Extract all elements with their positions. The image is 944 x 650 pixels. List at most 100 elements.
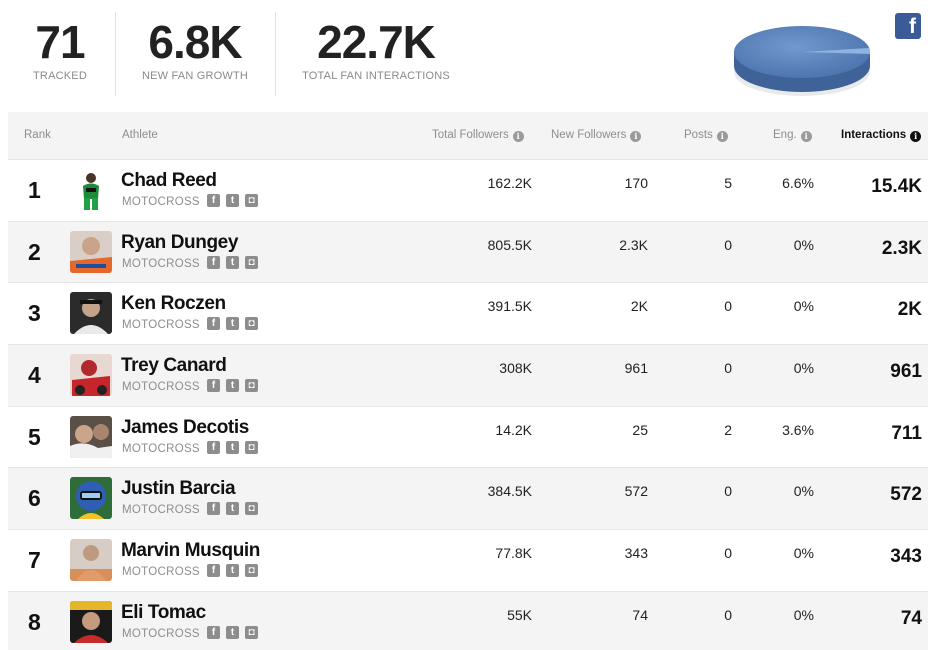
athlete-name[interactable]: Eli Tomac xyxy=(121,602,206,624)
athlete-name[interactable]: Trey Canard xyxy=(121,355,227,377)
table-row[interactable]: 6 Justin Barcia MOTOCROSS f t ◘ 384.5K 5… xyxy=(8,468,928,531)
total-followers: 77.8K xyxy=(495,545,532,562)
engagement: 0% xyxy=(793,360,814,377)
stat-label: TRACKED xyxy=(33,70,87,82)
info-icon[interactable]: i xyxy=(910,131,922,142)
avatar[interactable] xyxy=(70,354,112,397)
header-label: Eng. xyxy=(773,129,797,141)
twitter-icon[interactable]: t xyxy=(226,255,239,269)
avatar[interactable] xyxy=(70,169,112,211)
athlete-name[interactable]: Chad Reed xyxy=(121,170,217,192)
total-followers: 162.2K xyxy=(487,175,532,191)
new-followers: 572 xyxy=(624,483,648,500)
interactions-pie-chart xyxy=(734,26,871,96)
header-label: Interactions xyxy=(841,129,907,141)
rank-number: 7 xyxy=(28,547,41,574)
stats-bar: 71 TRACKED 6.8K NEW FAN GROWTH 22.7K TOT… xyxy=(0,0,944,110)
facebook-icon[interactable]: f xyxy=(207,317,220,331)
new-followers: 343 xyxy=(624,545,648,562)
avatar[interactable] xyxy=(70,477,112,520)
sport-label: MOTOCROSS xyxy=(122,196,200,208)
avatar[interactable] xyxy=(70,292,112,335)
posts: 0 xyxy=(724,236,732,253)
stat-new-fan-growth: 6.8K NEW FAN GROWTH xyxy=(135,14,255,82)
table-row[interactable]: 5 James Decotis MOTOCROSS f t ◘ 14.2K 25… xyxy=(8,406,928,469)
interactions: 2.3K xyxy=(881,237,922,259)
athlete-name[interactable]: Marvin Musquin xyxy=(121,540,260,562)
athlete-table: Rank Athlete Total Followers i New Follow… xyxy=(8,112,928,650)
header-label: Posts xyxy=(684,129,713,141)
instagram-icon[interactable]: ◘ xyxy=(245,625,258,639)
avatar[interactable] xyxy=(70,230,112,273)
info-icon[interactable]: i xyxy=(800,131,812,142)
info-icon[interactable]: i xyxy=(630,131,642,142)
sport-label: MOTOCROSS xyxy=(122,627,200,640)
stat-label: TOTAL FAN INTERACTIONS xyxy=(302,70,450,82)
twitter-icon[interactable]: t xyxy=(226,502,239,516)
new-followers: 961 xyxy=(624,360,648,377)
facebook-icon[interactable]: f xyxy=(207,194,220,207)
new-followers: 2K xyxy=(630,298,648,315)
athlete-name[interactable]: James Decotis xyxy=(121,417,249,439)
table-row[interactable]: 3 Ken Roczen MOTOCROSS f t ◘ 391.5K 2K 0… xyxy=(8,283,928,346)
table-row[interactable]: 8 Eli Tomac MOTOCROSS f t ◘ 55K 74 0 0% … xyxy=(8,591,928,650)
info-icon[interactable]: i xyxy=(512,131,524,142)
facebook-icon[interactable]: f xyxy=(207,255,220,269)
instagram-icon[interactable]: ◘ xyxy=(245,502,258,516)
facebook-icon[interactable]: f xyxy=(207,564,220,578)
instagram-icon[interactable]: ◘ xyxy=(245,255,258,269)
header-rank[interactable]: Rank xyxy=(24,129,51,141)
avatar[interactable] xyxy=(70,600,112,643)
avatar[interactable] xyxy=(70,415,112,458)
sport-label: MOTOCROSS xyxy=(122,442,200,455)
table-header: Rank Athlete Total Followers i New Follow… xyxy=(8,112,928,160)
posts: 0 xyxy=(724,360,732,377)
facebook-icon[interactable]: f xyxy=(207,379,220,393)
posts: 5 xyxy=(724,175,732,191)
sport-label: MOTOCROSS xyxy=(122,566,200,579)
table-row[interactable]: 7 Marvin Musquin MOTOCROSS f t ◘ 77.8K 3… xyxy=(8,530,928,592)
instagram-icon[interactable]: ◘ xyxy=(245,194,258,207)
twitter-icon[interactable]: t xyxy=(226,564,239,578)
posts: 2 xyxy=(724,421,732,438)
stat-total-fan-interactions: 22.7K TOTAL FAN INTERACTIONS xyxy=(296,14,456,82)
header-new-followers[interactable]: New Followers i xyxy=(551,129,642,142)
header-eng[interactable]: Eng. i xyxy=(773,129,812,142)
header-total-followers[interactable]: Total Followers i xyxy=(432,129,524,142)
twitter-icon[interactable]: t xyxy=(226,317,239,331)
table-row[interactable]: 1 Chad Reed MOTOCROSS f t ◘ 162.2K 170 5… xyxy=(8,160,928,222)
header-interactions[interactable]: Interactions i xyxy=(841,129,922,142)
twitter-icon[interactable]: t xyxy=(226,440,239,454)
engagement: 0% xyxy=(793,298,814,315)
new-followers: 74 xyxy=(632,606,648,623)
twitter-icon[interactable]: t xyxy=(226,194,239,207)
posts: 0 xyxy=(724,606,732,623)
facebook-icon[interactable]: f xyxy=(895,13,921,39)
twitter-icon[interactable]: t xyxy=(226,379,239,393)
stat-divider xyxy=(115,12,116,96)
header-posts[interactable]: Posts i xyxy=(684,129,728,142)
interactions: 15.4K xyxy=(871,176,922,197)
facebook-icon[interactable]: f xyxy=(207,502,220,516)
info-icon[interactable]: i xyxy=(716,131,728,142)
stat-divider xyxy=(275,12,276,96)
twitter-icon[interactable]: t xyxy=(226,625,239,639)
avatar[interactable] xyxy=(70,539,112,582)
stat-value: 22.7K xyxy=(317,16,436,68)
instagram-icon[interactable]: ◘ xyxy=(245,564,258,578)
stat-value: 71 xyxy=(35,16,85,68)
facebook-icon[interactable]: f xyxy=(207,625,220,639)
instagram-icon[interactable]: ◘ xyxy=(245,440,258,454)
instagram-icon[interactable]: ◘ xyxy=(245,379,258,393)
athlete-name[interactable]: Ryan Dungey xyxy=(121,232,238,254)
header-athlete[interactable]: Athlete xyxy=(122,129,158,141)
instagram-icon[interactable]: ◘ xyxy=(245,317,258,331)
table-row[interactable]: 4 Trey Canard MOTOCROSS f t ◘ 308K 961 0… xyxy=(8,345,928,407)
sport-label: MOTOCROSS xyxy=(122,257,200,270)
facebook-icon[interactable]: f xyxy=(207,440,220,454)
new-followers: 2.3K xyxy=(619,236,648,253)
table-row[interactable]: 2 Ryan Dungey MOTOCROSS f t ◘ 805.5K 2.3… xyxy=(8,221,928,284)
athlete-name[interactable]: Ken Roczen xyxy=(121,293,226,315)
engagement: 3.6% xyxy=(782,421,814,438)
athlete-name[interactable]: Justin Barcia xyxy=(121,478,236,500)
